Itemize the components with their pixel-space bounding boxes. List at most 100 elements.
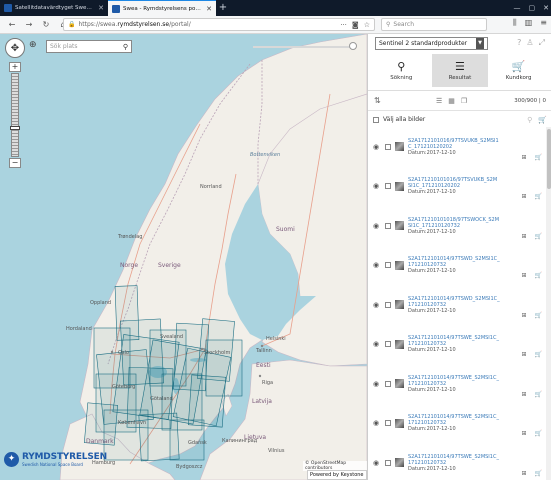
menu-icon[interactable]: ≡ [540,18,547,28]
place-search-input[interactable]: Sök plats ⚲ [46,40,132,53]
image-thumbnail[interactable] [395,458,404,468]
pan-control-button[interactable]: ✥ [5,38,25,58]
result-name[interactable]: S2A1712101014/97TSWD_S2MSI1C_17121012073… [408,256,500,268]
add-to-cart-icon[interactable]: 🛒 [535,470,542,477]
info-icon[interactable]: ⊞ [521,391,526,398]
zoom-in-button[interactable]: + [9,62,21,72]
tab-cart[interactable]: 🛒 Kundkorg [491,54,547,87]
add-to-cart-icon[interactable]: 🛒 [535,430,542,437]
eye-icon[interactable]: ◉ [373,301,381,309]
info-icon[interactable]: ⊞ [521,430,526,437]
list-item[interactable]: ◉ S2A1712101014/97TSWD_S2MSI1C_171210120… [368,285,546,325]
result-name[interactable]: S2A171210101018/97TSWOCK_S2MSI1C_1712101… [408,217,500,229]
zoom-thumb[interactable] [10,126,20,130]
image-thumbnail[interactable] [395,260,404,270]
maximize-icon[interactable]: ▢ [529,4,536,12]
gallery-view-icon[interactable]: ❐ [461,97,467,105]
row-checkbox[interactable] [385,262,391,269]
opacity-slider-knob[interactable] [349,42,357,50]
list-item[interactable]: ◉ S2A1712101014/97TSWD_S2MSI1C_171210120… [368,246,546,286]
product-select[interactable]: Sentinel 2 standardprodukter ▼ [375,37,488,50]
image-thumbnail[interactable] [395,418,404,428]
info-icon[interactable]: ⊞ [521,470,526,477]
info-icon[interactable]: ⊞ [521,272,526,279]
result-name[interactable]: S2A1712101016/97TSVUKB_S2MSI1C_171210120… [408,138,500,150]
row-checkbox[interactable] [385,420,391,427]
close-tab-icon[interactable]: ✕ [98,4,104,12]
add-to-cart-icon[interactable]: 🛒 [535,154,542,161]
result-name[interactable]: S2A1712101014/97TSWE_S2MSI1C_17121012073… [408,414,500,426]
eye-icon[interactable]: ◉ [373,143,381,151]
browser-tab-2[interactable]: Swea - Rymdstyrelsens portal f ✕ [108,0,216,16]
list-item[interactable]: ◉ S2A1712101014/97TSWE_S2MSI1C_171210120… [368,443,546,480]
image-thumbnail[interactable] [395,221,404,231]
image-thumbnail[interactable] [395,300,404,310]
bookmark-star-icon[interactable]: ☆ [364,21,370,29]
eye-icon[interactable]: ◉ [373,182,381,190]
url-bar[interactable]: 🔒 https://swea.rymdstyrelsen.se/portal/ … [63,18,375,31]
grid-view-icon[interactable]: ▦ [448,97,455,105]
sidebar-icon[interactable]: ▥ [525,18,533,28]
row-checkbox[interactable] [385,380,391,387]
result-name[interactable]: S2A1712101014/97TSWE_S2MSI1C_17121012073… [408,335,500,347]
back-icon[interactable]: ← [7,20,17,29]
row-checkbox[interactable] [385,222,391,229]
list-item[interactable]: ◉ S2A171210101018/97TSWOCK_S2MSI1C_17121… [368,206,546,246]
row-checkbox[interactable] [385,183,391,190]
add-all-to-cart-icon[interactable]: 🛒 [538,116,547,124]
list-item[interactable]: ◉ S2A1712101014/97TSWE_S2MSI1C_171210120… [368,325,546,365]
browser-search-field[interactable]: ⚲ Search [381,18,487,31]
image-thumbnail[interactable] [395,181,404,191]
eye-icon[interactable]: ◉ [373,419,381,427]
scrollbar-thumb[interactable] [547,129,551,189]
list-item[interactable]: ◉ S2A1712101014/97TSWE_S2MSI1C_171210120… [368,364,546,404]
close-window-icon[interactable]: ✕ [543,4,549,12]
eye-icon[interactable]: ◉ [373,380,381,388]
eye-icon[interactable]: ◉ [373,459,381,467]
add-to-cart-icon[interactable]: 🛒 [535,272,542,279]
select-all-row[interactable]: Välj alla bilder ⚲ 🛒 [368,114,551,125]
add-to-cart-icon[interactable]: 🛒 [535,391,542,398]
eye-icon[interactable]: ◉ [373,340,381,348]
pocket-icon[interactable]: ◙ [352,21,359,29]
result-name[interactable]: S2A1712101014/97TSWE_S2MSI1C_17121012073… [408,454,500,466]
list-item[interactable]: ◉ S2A171210101016/97TSVUKB_S2MSI1C_17121… [368,167,546,207]
list-item[interactable]: ◉ S2A1712101014/97TSWE_S2MSI1C_171210120… [368,404,546,444]
zoom-track[interactable] [10,73,20,157]
info-icon[interactable]: ⊞ [521,233,526,240]
results-scrollbar[interactable] [546,127,551,480]
sort-icon[interactable]: ⇅ [374,96,381,105]
add-to-cart-icon[interactable]: 🛒 [535,193,542,200]
eye-icon[interactable]: ◉ [373,261,381,269]
new-tab-button[interactable]: + [216,0,230,16]
list-item[interactable]: ◉ S2A1712101016/97TSVUKB_S2MSI1C_1712101… [368,127,546,167]
info-icon[interactable]: ⊞ [521,154,526,161]
result-name[interactable]: S2A1712101014/97TSWD_S2MSI1C_17121012073… [408,296,500,308]
tab-search[interactable]: ⚲ Sökning [373,54,429,87]
fullscreen-icon[interactable]: ⤢ [539,38,545,48]
more-actions-icon[interactable]: ··· [340,21,347,29]
search-icon[interactable]: ⚲ [123,43,128,51]
info-icon[interactable]: ⊞ [521,312,526,319]
library-icon[interactable]: ⫼ [513,18,517,28]
forward-icon[interactable]: → [24,20,34,29]
image-thumbnail[interactable] [395,339,404,349]
row-checkbox[interactable] [385,301,391,308]
row-checkbox[interactable] [385,143,391,150]
tab-results[interactable]: ☰ Resultat [431,54,488,87]
result-name[interactable]: S2A171210101016/97TSVUKB_S2MSI1C_1712101… [408,177,500,189]
help-icon[interactable]: ? [517,38,521,48]
minimize-icon[interactable]: — [514,4,521,12]
row-checkbox[interactable] [385,341,391,348]
add-to-cart-icon[interactable]: 🛒 [535,233,542,240]
row-checkbox[interactable] [385,459,391,466]
select-all-checkbox[interactable] [373,116,379,123]
zoom-to-selection-icon[interactable]: ⚲ [527,116,532,124]
close-tab-icon[interactable]: ✕ [206,5,212,13]
powered-by-keystone[interactable]: Powered by Keystone [307,470,367,480]
list-view-icon[interactable]: ☰ [436,97,442,105]
eye-icon[interactable]: ◉ [373,222,381,230]
user-icon[interactable]: ♙ [526,38,533,48]
result-name[interactable]: S2A1712101014/97TSWE_S2MSI1C_17121012073… [408,375,500,387]
opacity-slider[interactable] [253,42,357,50]
